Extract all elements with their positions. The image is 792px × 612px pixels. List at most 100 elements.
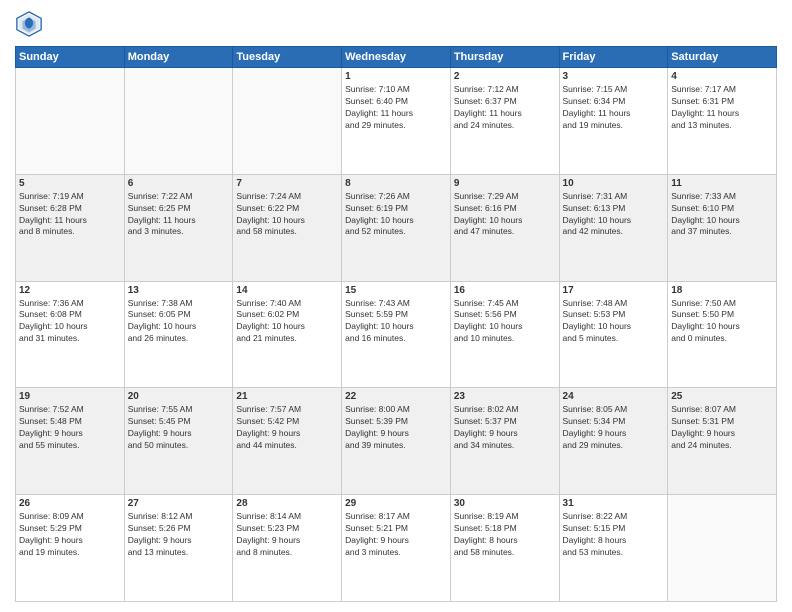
day-info: Sunrise: 7:36 AM Sunset: 6:08 PM Dayligh… xyxy=(19,298,121,346)
day-info: Sunrise: 7:22 AM Sunset: 6:25 PM Dayligh… xyxy=(128,191,230,239)
day-info: Sunrise: 8:14 AM Sunset: 5:23 PM Dayligh… xyxy=(236,511,338,559)
day-info: Sunrise: 8:02 AM Sunset: 5:37 PM Dayligh… xyxy=(454,404,556,452)
day-info: Sunrise: 8:22 AM Sunset: 5:15 PM Dayligh… xyxy=(563,511,665,559)
day-info: Sunrise: 8:09 AM Sunset: 5:29 PM Dayligh… xyxy=(19,511,121,559)
calendar-cell xyxy=(16,68,125,175)
calendar-cell: 20 Sunrise: 7:55 AM Sunset: 5:45 PM Dayli… xyxy=(124,388,233,495)
day-number: 16 xyxy=(454,285,556,296)
day-info: Sunrise: 7:33 AM Sunset: 6:10 PM Dayligh… xyxy=(671,191,773,239)
day-info: Sunrise: 8:05 AM Sunset: 5:34 PM Dayligh… xyxy=(563,404,665,452)
col-header-friday: Friday xyxy=(559,47,668,68)
calendar-cell: 1 Sunrise: 7:10 AM Sunset: 6:40 PM Daylig… xyxy=(342,68,451,175)
day-info: Sunrise: 7:52 AM Sunset: 5:48 PM Dayligh… xyxy=(19,404,121,452)
calendar-cell xyxy=(233,68,342,175)
calendar-cell: 18 Sunrise: 7:50 AM Sunset: 5:50 PM Dayli… xyxy=(668,281,777,388)
day-number: 8 xyxy=(345,178,447,189)
day-info: Sunrise: 8:17 AM Sunset: 5:21 PM Dayligh… xyxy=(345,511,447,559)
day-number: 25 xyxy=(671,391,773,402)
day-info: Sunrise: 7:19 AM Sunset: 6:28 PM Dayligh… xyxy=(19,191,121,239)
logo-icon xyxy=(15,10,43,38)
logo xyxy=(15,10,47,38)
day-number: 31 xyxy=(563,498,665,509)
day-number: 24 xyxy=(563,391,665,402)
day-number: 3 xyxy=(563,71,665,82)
day-info: Sunrise: 8:12 AM Sunset: 5:26 PM Dayligh… xyxy=(128,511,230,559)
day-number: 28 xyxy=(236,498,338,509)
day-info: Sunrise: 7:17 AM Sunset: 6:31 PM Dayligh… xyxy=(671,84,773,132)
day-info: Sunrise: 7:29 AM Sunset: 6:16 PM Dayligh… xyxy=(454,191,556,239)
calendar-cell: 7Sunrise: 7:24 AM Sunset: 6:22 PM Daylig… xyxy=(233,174,342,281)
calendar-cell: 10Sunrise: 7:31 AM Sunset: 6:13 PM Dayli… xyxy=(559,174,668,281)
day-info: Sunrise: 7:15 AM Sunset: 6:34 PM Dayligh… xyxy=(563,84,665,132)
day-info: Sunrise: 7:40 AM Sunset: 6:02 PM Dayligh… xyxy=(236,298,338,346)
col-header-tuesday: Tuesday xyxy=(233,47,342,68)
calendar-cell: 28 Sunrise: 8:14 AM Sunset: 5:23 PM Dayli… xyxy=(233,495,342,602)
day-number: 22 xyxy=(345,391,447,402)
calendar-cell: 22Sunrise: 8:00 AM Sunset: 5:39 PM Dayli… xyxy=(342,388,451,495)
day-number: 17 xyxy=(563,285,665,296)
calendar-cell: 19 Sunrise: 7:52 AM Sunset: 5:48 PM Dayli… xyxy=(16,388,125,495)
page: SundayMondayTuesdayWednesdayThursdayFrid… xyxy=(0,0,792,612)
calendar-cell: 23 Sunrise: 8:02 AM Sunset: 5:37 PM Dayli… xyxy=(450,388,559,495)
day-number: 14 xyxy=(236,285,338,296)
calendar-cell: 12 Sunrise: 7:36 AM Sunset: 6:08 PM Dayli… xyxy=(16,281,125,388)
calendar-cell: 5 Sunrise: 7:19 AM Sunset: 6:28 PM Daylig… xyxy=(16,174,125,281)
calendar-cell: 2 Sunrise: 7:12 AM Sunset: 6:37 PM Daylig… xyxy=(450,68,559,175)
calendar-cell: 27 Sunrise: 8:12 AM Sunset: 5:26 PM Dayli… xyxy=(124,495,233,602)
calendar-cell: 9 Sunrise: 7:29 AM Sunset: 6:16 PM Daylig… xyxy=(450,174,559,281)
day-info: Sunrise: 7:24 AM Sunset: 6:22 PM Dayligh… xyxy=(236,191,338,239)
day-number: 2 xyxy=(454,71,556,82)
day-info: Sunrise: 7:57 AM Sunset: 5:42 PM Dayligh… xyxy=(236,404,338,452)
calendar-cell: 17 Sunrise: 7:48 AM Sunset: 5:53 PM Dayli… xyxy=(559,281,668,388)
calendar-cell: 11 Sunrise: 7:33 AM Sunset: 6:10 PM Dayli… xyxy=(668,174,777,281)
calendar-cell: 29Sunrise: 8:17 AM Sunset: 5:21 PM Dayli… xyxy=(342,495,451,602)
day-number: 10 xyxy=(563,178,665,189)
day-info: Sunrise: 7:10 AM Sunset: 6:40 PM Dayligh… xyxy=(345,84,447,132)
day-info: Sunrise: 7:48 AM Sunset: 5:53 PM Dayligh… xyxy=(563,298,665,346)
header xyxy=(15,10,777,38)
calendar-cell: 24 Sunrise: 8:05 AM Sunset: 5:34 PM Dayli… xyxy=(559,388,668,495)
day-number: 19 xyxy=(19,391,121,402)
col-header-saturday: Saturday xyxy=(668,47,777,68)
calendar-cell: 13 Sunrise: 7:38 AM Sunset: 6:05 PM Dayli… xyxy=(124,281,233,388)
calendar-cell: 26 Sunrise: 8:09 AM Sunset: 5:29 PM Dayli… xyxy=(16,495,125,602)
calendar-cell: 6 Sunrise: 7:22 AM Sunset: 6:25 PM Daylig… xyxy=(124,174,233,281)
day-number: 9 xyxy=(454,178,556,189)
day-info: Sunrise: 7:45 AM Sunset: 5:56 PM Dayligh… xyxy=(454,298,556,346)
calendar-cell: 14 Sunrise: 7:40 AM Sunset: 6:02 PM Dayli… xyxy=(233,281,342,388)
calendar-table: SundayMondayTuesdayWednesdayThursdayFrid… xyxy=(15,46,777,602)
day-info: Sunrise: 8:19 AM Sunset: 5:18 PM Dayligh… xyxy=(454,511,556,559)
calendar-cell: 8 Sunrise: 7:26 AM Sunset: 6:19 PM Daylig… xyxy=(342,174,451,281)
day-number: 26 xyxy=(19,498,121,509)
day-info: Sunrise: 7:12 AM Sunset: 6:37 PM Dayligh… xyxy=(454,84,556,132)
calendar-cell: 21 Sunrise: 7:57 AM Sunset: 5:42 PM Dayli… xyxy=(233,388,342,495)
calendar-cell: 4Sunrise: 7:17 AM Sunset: 6:31 PM Daylig… xyxy=(668,68,777,175)
day-number: 6 xyxy=(128,178,230,189)
day-number: 30 xyxy=(454,498,556,509)
day-number: 21 xyxy=(236,391,338,402)
day-number: 20 xyxy=(128,391,230,402)
day-number: 1 xyxy=(345,71,447,82)
day-info: Sunrise: 7:50 AM Sunset: 5:50 PM Dayligh… xyxy=(671,298,773,346)
day-number: 23 xyxy=(454,391,556,402)
day-number: 13 xyxy=(128,285,230,296)
day-number: 11 xyxy=(671,178,773,189)
day-number: 5 xyxy=(19,178,121,189)
calendar-cell: 3 Sunrise: 7:15 AM Sunset: 6:34 PM Daylig… xyxy=(559,68,668,175)
day-number: 18 xyxy=(671,285,773,296)
day-number: 27 xyxy=(128,498,230,509)
day-info: Sunrise: 7:38 AM Sunset: 6:05 PM Dayligh… xyxy=(128,298,230,346)
day-number: 12 xyxy=(19,285,121,296)
col-header-sunday: Sunday xyxy=(16,47,125,68)
calendar-cell: 15 Sunrise: 7:43 AM Sunset: 5:59 PM Dayli… xyxy=(342,281,451,388)
calendar-cell xyxy=(668,495,777,602)
day-info: Sunrise: 7:55 AM Sunset: 5:45 PM Dayligh… xyxy=(128,404,230,452)
calendar-cell: 31 Sunrise: 8:22 AM Sunset: 5:15 PM Dayli… xyxy=(559,495,668,602)
col-header-thursday: Thursday xyxy=(450,47,559,68)
day-info: Sunrise: 7:43 AM Sunset: 5:59 PM Dayligh… xyxy=(345,298,447,346)
col-header-wednesday: Wednesday xyxy=(342,47,451,68)
day-info: Sunrise: 7:26 AM Sunset: 6:19 PM Dayligh… xyxy=(345,191,447,239)
calendar-cell: 30 Sunrise: 8:19 AM Sunset: 5:18 PM Dayli… xyxy=(450,495,559,602)
day-info: Sunrise: 8:07 AM Sunset: 5:31 PM Dayligh… xyxy=(671,404,773,452)
day-number: 15 xyxy=(345,285,447,296)
